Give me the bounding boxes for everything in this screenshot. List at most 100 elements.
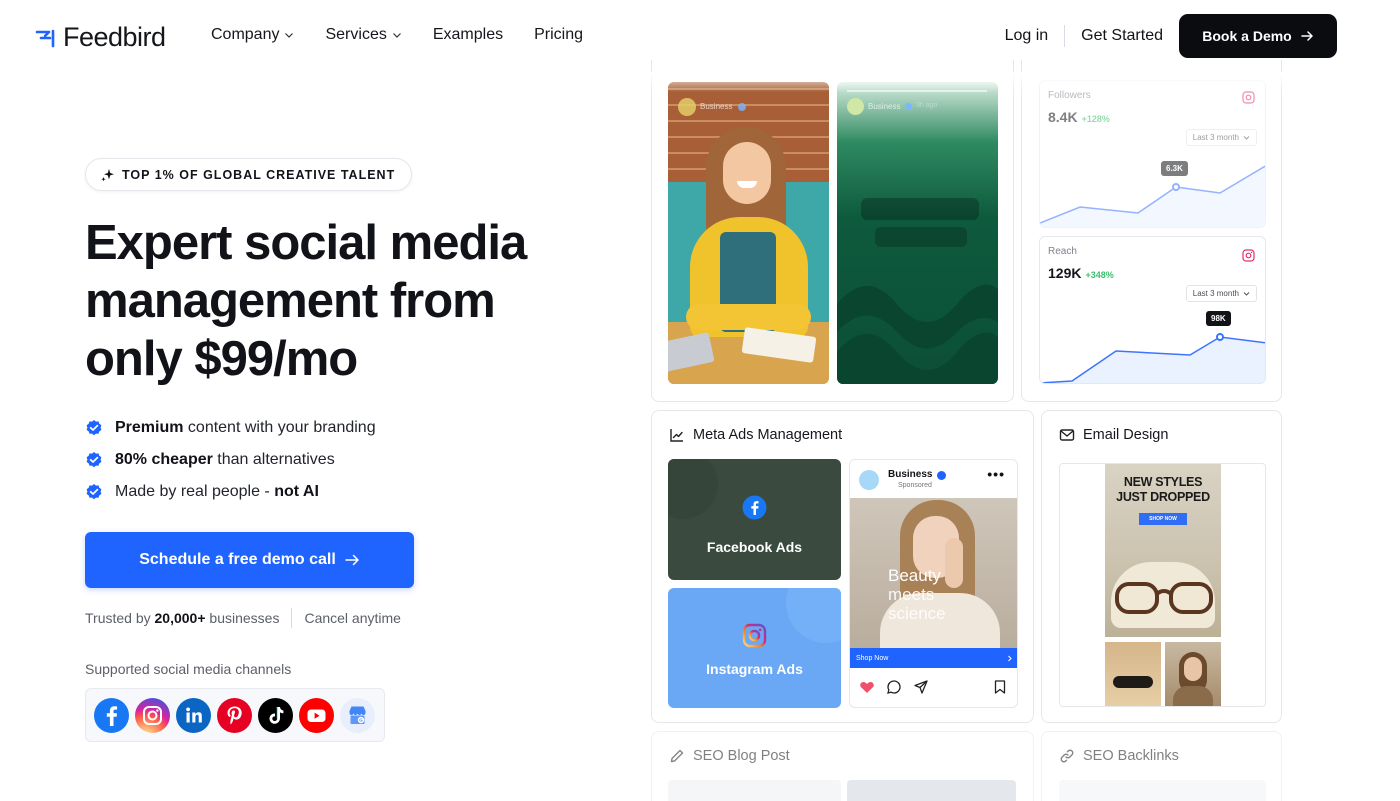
post-avatar <box>678 98 696 116</box>
seo-blog-title: SEO Blog Post <box>669 748 790 764</box>
text-placeholder-line <box>875 227 967 247</box>
post-account-name: Business <box>700 102 733 111</box>
instagram-icon <box>1242 91 1255 104</box>
shop-now-bar[interactable]: Shop Now <box>850 648 1017 668</box>
followers-stat: Followers 8.4K +128% Last 3 month 6.3K <box>1039 80 1266 228</box>
person-shoulders <box>1173 686 1213 706</box>
range-select[interactable]: Last 3 month <box>1185 285 1257 302</box>
svg-text:G: G <box>359 717 363 722</box>
page: Feedbird Company Services Examples Prici… <box>0 0 1400 801</box>
social-channels: G <box>85 688 385 742</box>
post-preview-card: Business Business 3h ago <box>651 60 1014 402</box>
range-select[interactable]: Last 3 month <box>1185 129 1257 146</box>
hero-title-line-1: Expert social media <box>85 216 527 270</box>
sparkle-icon <box>101 168 114 181</box>
email-headline-2: JUST DROPPED <box>1116 490 1210 504</box>
seo-backlinks-card: SEO Backlinks <box>1041 731 1282 801</box>
nav-pricing[interactable]: Pricing <box>534 26 583 44</box>
check-badge-icon <box>86 484 102 500</box>
glasses-image <box>1115 582 1213 614</box>
nav-examples[interactable]: Examples <box>433 26 503 44</box>
google-business-icon: G <box>340 697 375 733</box>
nav-services[interactable]: Services <box>325 26 401 44</box>
ad-image: Beauty meets science <box>850 498 1017 648</box>
get-started-link[interactable]: Get Started <box>1065 27 1179 45</box>
benefit-item: 80% cheaper than alternatives <box>85 444 376 476</box>
brand-name: Feedbird <box>63 22 166 52</box>
primary-nav: Company Services Examples Pricing <box>211 26 583 44</box>
facebook-ads-label: Facebook Ads <box>706 539 803 555</box>
post-photo-preview: Business <box>668 82 829 384</box>
pinterest-icon <box>217 697 252 733</box>
backlink-placeholder <box>1059 780 1266 801</box>
schedule-demo-button[interactable]: Schedule a free demo call <box>85 532 414 588</box>
ad-overlay-text-1: Beauty <box>888 566 941 585</box>
chevron-down-icon <box>1243 292 1250 296</box>
share-icon[interactable] <box>913 679 929 695</box>
bookmark-icon[interactable] <box>992 679 1008 695</box>
meta-ads-title: Meta Ads Management <box>669 427 842 443</box>
trend-chart-icon <box>670 429 683 442</box>
person-face <box>723 142 771 204</box>
chevron-down-icon <box>392 33 401 38</box>
tile-decoration <box>668 459 718 519</box>
benefit-list: Premium content with your branding 80% c… <box>85 412 376 508</box>
book-demo-button[interactable]: Book a Demo <box>1179 14 1337 58</box>
chart-tooltip: 98K <box>1206 311 1231 326</box>
check-badge-icon <box>86 452 102 468</box>
reach-value: 129K +348% <box>1048 265 1114 281</box>
arrow-right-icon <box>1300 31 1313 41</box>
facebook-icon <box>742 495 767 520</box>
comment-icon[interactable] <box>886 679 902 695</box>
check-badge-icon <box>86 420 102 436</box>
feedbird-logo-icon <box>35 29 55 47</box>
benefit-text: 80% cheaper than alternatives <box>115 451 335 468</box>
brand-logo[interactable]: Feedbird <box>35 22 166 53</box>
seo-backlinks-title: SEO Backlinks <box>1059 748 1179 764</box>
post-account-name: Business <box>868 102 901 111</box>
post-sponsored: Sponsored <box>898 482 932 489</box>
sunglasses-shape <box>1113 676 1153 688</box>
more-options-icon[interactable]: ••• <box>987 466 1005 482</box>
channels-label: Supported social media channels <box>85 661 292 677</box>
post-avatar <box>859 470 879 490</box>
meta-ads-card: Meta Ads Management Facebook Ads Instagr… <box>651 410 1034 723</box>
ad-overlay-text-2: meets <box>888 585 935 604</box>
text-placeholder-line <box>861 198 979 220</box>
hero-title-line-2: management from <box>85 274 496 328</box>
reach-label: Reach <box>1048 246 1077 257</box>
ad-overlay-text-3: science <box>888 604 946 623</box>
facebook-icon <box>94 697 129 733</box>
blog-thumb <box>847 780 1016 801</box>
instagram-ads-tile[interactable]: Instagram Ads <box>668 588 841 708</box>
arrow-right-icon <box>345 554 359 566</box>
person-face <box>1184 657 1202 681</box>
wave-pattern <box>837 284 998 384</box>
instagram-icon <box>1242 249 1255 262</box>
tiktok-icon <box>258 697 293 733</box>
facebook-ads-tile[interactable]: Facebook Ads <box>668 459 841 580</box>
nav-services-label: Services <box>325 26 387 43</box>
email-hero: NEW STYLES JUST DROPPED SHOP NOW <box>1105 464 1221 637</box>
person-arms <box>686 304 811 330</box>
nav-company-label: Company <box>211 26 280 43</box>
email-headline-1: NEW STYLES <box>1123 475 1203 489</box>
instagram-ads-label: Instagram Ads <box>706 661 803 677</box>
chart-tooltip: 6.3K <box>1161 161 1188 176</box>
followers-chart <box>1040 165 1265 227</box>
nav-company[interactable]: Company <box>211 26 294 44</box>
cancel-anytime-text: Cancel anytime <box>304 610 401 626</box>
chevron-right-icon <box>1008 655 1012 661</box>
post-text-preview: Business 3h ago <box>837 82 998 384</box>
analytics-card: Followers 8.4K +128% Last 3 month 6.3K Re… <box>1021 60 1282 402</box>
seo-blog-card: SEO Blog Post <box>651 731 1034 801</box>
followers-value: 8.4K +128% <box>1048 109 1110 125</box>
email-shop-now-button[interactable]: SHOP NOW <box>1139 513 1187 525</box>
shop-now-label: Shop Now <box>856 654 889 662</box>
instagram-icon <box>742 623 767 648</box>
nav-examples-label: Examples <box>432 26 504 43</box>
heart-icon[interactable] <box>859 679 875 695</box>
login-link[interactable]: Log in <box>1005 25 1066 47</box>
schedule-demo-label: Schedule a free demo call <box>139 551 336 568</box>
verified-icon <box>905 103 912 110</box>
